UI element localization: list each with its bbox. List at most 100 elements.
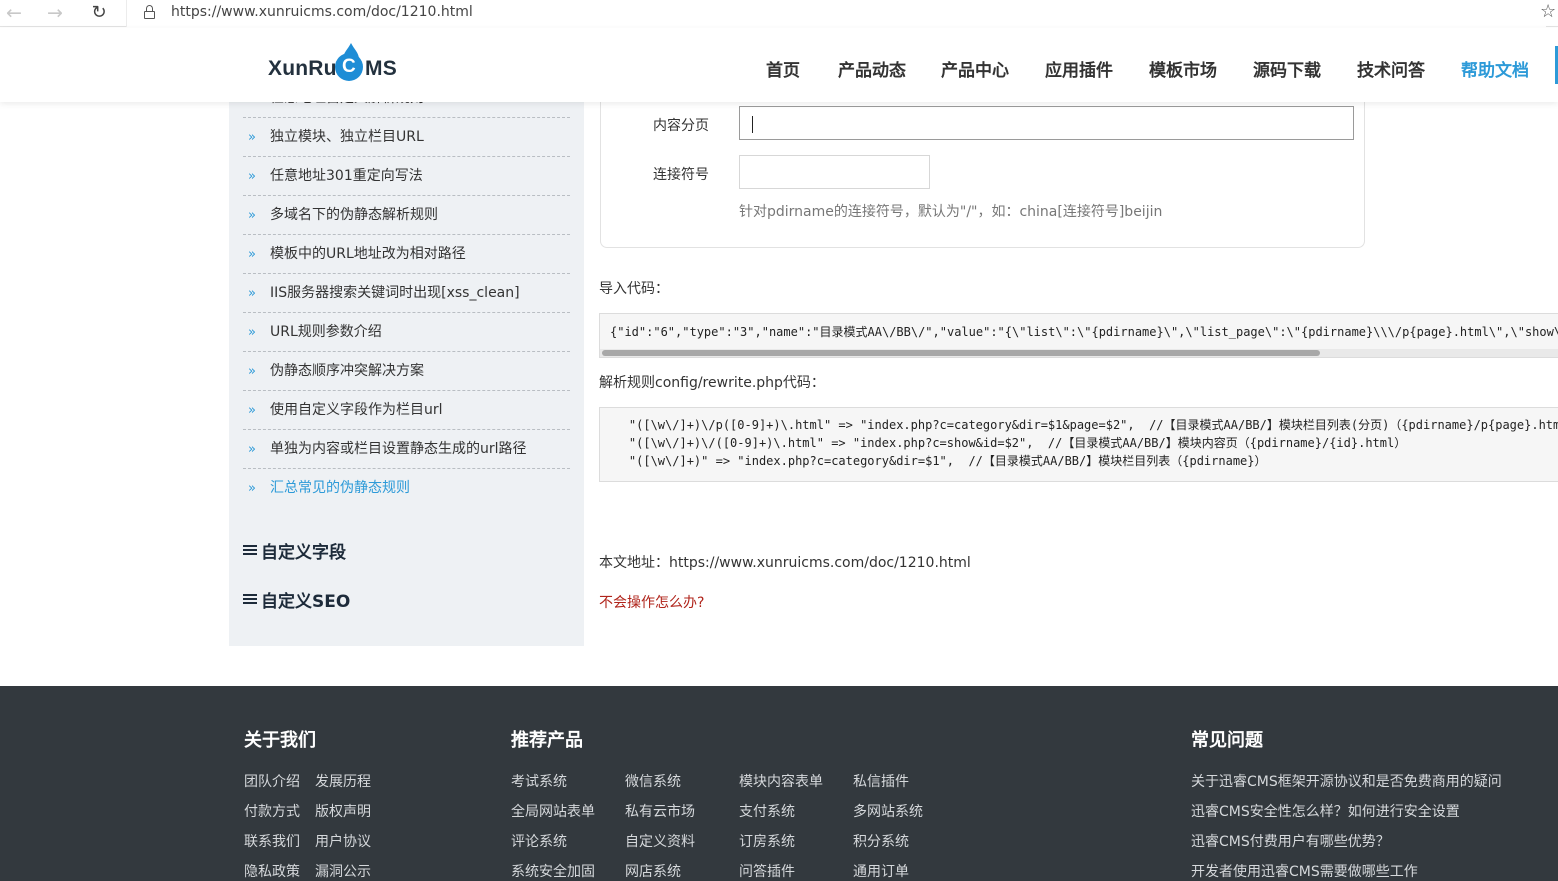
rewrite-code-line: "([\w\/]+)" => "index.php?c=category&dir… [600, 454, 1267, 468]
sidebar-item[interactable]: » 多域名下的伪静态解析规则 [243, 196, 570, 235]
footer-link[interactable]: 付款方式 [244, 801, 300, 821]
separator-input[interactable] [739, 155, 930, 189]
sidebar-item[interactable]: » 使用自定义字段作为栏目url [243, 391, 570, 430]
reload-icon[interactable]: ↻ [87, 2, 111, 24]
separator-label: 连接符号 [653, 167, 709, 183]
footer-about-title: 关于我们 [244, 730, 316, 751]
sidebar-item-label: 任意地址301重定向写法 [270, 168, 423, 184]
sidebar-item-label: 独立模块、独立栏目URL [270, 129, 424, 145]
footer-link[interactable]: 通用订单 [853, 861, 909, 881]
menu-icon [243, 592, 257, 606]
rewrite-code-line: "([\w\/]+)\/p([0-9]+)\.html" => "index.p… [600, 418, 1558, 432]
footer-link[interactable]: 微信系统 [625, 771, 681, 791]
sidebar-item-current[interactable]: » 汇总常见的伪静态规则 [243, 469, 570, 508]
logo-text-pre: XunRui [268, 57, 343, 80]
browser-toolbar: ← → ↻ https://www.xunruicms.com/doc/1210… [0, 0, 1558, 27]
chevron-right-icon: » [248, 208, 256, 223]
sidebar-section-custom-seo[interactable]: 自定义SEO [243, 587, 350, 612]
chevron-right-icon: » [248, 481, 256, 496]
nav-templates[interactable]: 模板市场 [1149, 56, 1217, 81]
bookmark-star-icon[interactable]: ☆ [1540, 1, 1556, 22]
footer-link[interactable]: 系统安全加固 [511, 861, 595, 881]
footer-link[interactable]: 开发者使用迅睿CMS需要做哪些工作 [1191, 861, 1418, 881]
import-code-block[interactable]: {"id":"6","type":"3","name":"目录模式AA\/BB\… [599, 313, 1558, 358]
chevron-right-icon: » [248, 169, 256, 184]
footer-link[interactable]: 问答插件 [739, 861, 795, 881]
sidebar-item[interactable]: » IIS服务器搜索关键词时出现[xss_clean] [243, 274, 570, 313]
text-caret [752, 116, 753, 133]
chevron-right-icon: » [248, 247, 256, 262]
footer-link[interactable]: 关于迅睿CMS框架开源协议和是否免费商用的疑问 [1191, 771, 1502, 791]
footer-link[interactable]: 模块内容表单 [739, 771, 823, 791]
sidebar-item[interactable]: » 独立模块、独立栏目URL [243, 118, 570, 157]
doc-sidebar: 任意地址自定义解析规则 »独立模块、独立栏目URL »任意地址301重定向写法 … [229, 90, 584, 646]
import-code-label: 导入代码： [599, 281, 669, 297]
footer-link[interactable]: 积分系统 [853, 831, 909, 851]
sidebar-item[interactable]: » 单独为内容或栏目设置静态生成的url路径 [243, 430, 570, 469]
nav-product-news[interactable]: 产品动态 [838, 56, 906, 81]
footer-link[interactable]: 团队介绍 [244, 771, 300, 791]
footer-link[interactable]: 版权声明 [315, 801, 371, 821]
footer-link[interactable]: 支付系统 [739, 801, 795, 821]
chevron-right-icon: » [248, 130, 256, 145]
nav-product-center[interactable]: 产品中心 [941, 56, 1009, 81]
rewrite-code-line: "([\w\/]+)\/([0-9]+)\.html" => "index.ph… [600, 436, 1407, 450]
url-text[interactable]: https://www.xunruicms.com/doc/1210.html [171, 4, 473, 20]
chevron-right-icon: » [248, 286, 256, 301]
sidebar-item[interactable]: » URL规则参数介绍 [243, 313, 570, 352]
sidebar-item-label: IIS服务器搜索关键词时出现[xss_clean] [270, 285, 520, 301]
logo-text-post: MS [365, 57, 397, 80]
nav-downloads[interactable]: 源码下载 [1253, 56, 1321, 81]
horizontal-scrollbar[interactable] [600, 349, 1558, 357]
lock-icon[interactable] [144, 5, 155, 19]
content-page-input[interactable] [739, 106, 1354, 140]
sidebar-item-label: 单独为内容或栏目设置静态生成的url路径 [270, 441, 527, 457]
sidebar-item[interactable]: » 伪静态顺序冲突解决方案 [243, 352, 570, 391]
sidebar-item-label: URL规则参数介绍 [270, 324, 382, 340]
scrollbar-thumb[interactable] [602, 350, 1320, 356]
chevron-right-icon: » [248, 403, 256, 418]
content-page-label: 内容分页 [653, 118, 709, 134]
footer-link[interactable]: 考试系统 [511, 771, 567, 791]
nav-plugins[interactable]: 应用插件 [1045, 56, 1113, 81]
footer-link[interactable]: 私有云市场 [625, 801, 695, 821]
nav-help-docs[interactable]: 帮助文档 [1461, 56, 1529, 81]
sidebar-section-label: 自定义SEO [261, 592, 351, 612]
sidebar-item-label: 使用自定义字段作为栏目url [270, 402, 443, 418]
footer-link[interactable]: 评论系统 [511, 831, 567, 851]
nav-home[interactable]: 首页 [766, 56, 800, 81]
chevron-right-icon: » [248, 364, 256, 379]
footer-link[interactable]: 订房系统 [739, 831, 795, 851]
footer-link[interactable]: 发展历程 [315, 771, 371, 791]
sidebar-list: 任意地址自定义解析规则 »独立模块、独立栏目URL »任意地址301重定向写法 … [243, 90, 570, 508]
sidebar-item-label: 模板中的URL地址改为相对路径 [270, 246, 466, 262]
footer-link[interactable]: 全局网站表单 [511, 801, 595, 821]
footer-link[interactable]: 漏洞公示 [315, 861, 371, 881]
footer-link[interactable]: 迅睿CMS付费用户有哪些优势？ [1191, 831, 1390, 851]
nav-qa[interactable]: 技术问答 [1357, 56, 1425, 81]
sidebar-item-label: 多域名下的伪静态解析规则 [270, 207, 438, 223]
footer-products-title: 推荐产品 [511, 730, 583, 751]
footer-link[interactable]: 用户协议 [315, 831, 371, 851]
rewrite-code-block[interactable]: "([\w\/]+)\/p([0-9]+)\.html" => "index.p… [599, 407, 1558, 482]
sidebar-item[interactable]: » 任意地址301重定向写法 [243, 157, 570, 196]
footer-link[interactable]: 自定义资料 [625, 831, 695, 851]
sidebar-section-custom-fields[interactable]: 自定义字段 [243, 538, 346, 563]
chevron-right-icon: » [248, 442, 256, 457]
footer-link[interactable]: 私信插件 [853, 771, 909, 791]
sidebar-item-label: 伪静态顺序冲突解决方案 [270, 363, 424, 379]
footer-link[interactable]: 联系我们 [244, 831, 300, 851]
menu-icon [243, 543, 257, 557]
article-address: 本文地址：https://www.xunruicms.com/doc/1210.… [599, 555, 971, 571]
footer-link[interactable]: 网店系统 [625, 861, 681, 881]
site-header: XunRui C MS 首页 产品动态 产品中心 应用插件 模板市场 源码下载 … [0, 28, 1558, 102]
rewrite-code-label: 解析规则config/rewrite.php代码： [599, 375, 825, 391]
back-arrow-icon[interactable]: ← [2, 2, 26, 24]
site-footer: 关于我们 团队介绍 发展历程 付款方式 版权声明 联系我们 用户协议 隐私政策 … [0, 686, 1558, 881]
help-link[interactable]: 不会操作怎么办? [599, 592, 704, 612]
footer-link[interactable]: 多网站系统 [853, 801, 923, 821]
forward-arrow-icon[interactable]: → [43, 2, 67, 24]
footer-link[interactable]: 迅睿CMS安全性怎么样？如何进行安全设置 [1191, 801, 1460, 821]
sidebar-item[interactable]: » 模板中的URL地址改为相对路径 [243, 235, 570, 274]
footer-link[interactable]: 隐私政策 [244, 861, 300, 881]
